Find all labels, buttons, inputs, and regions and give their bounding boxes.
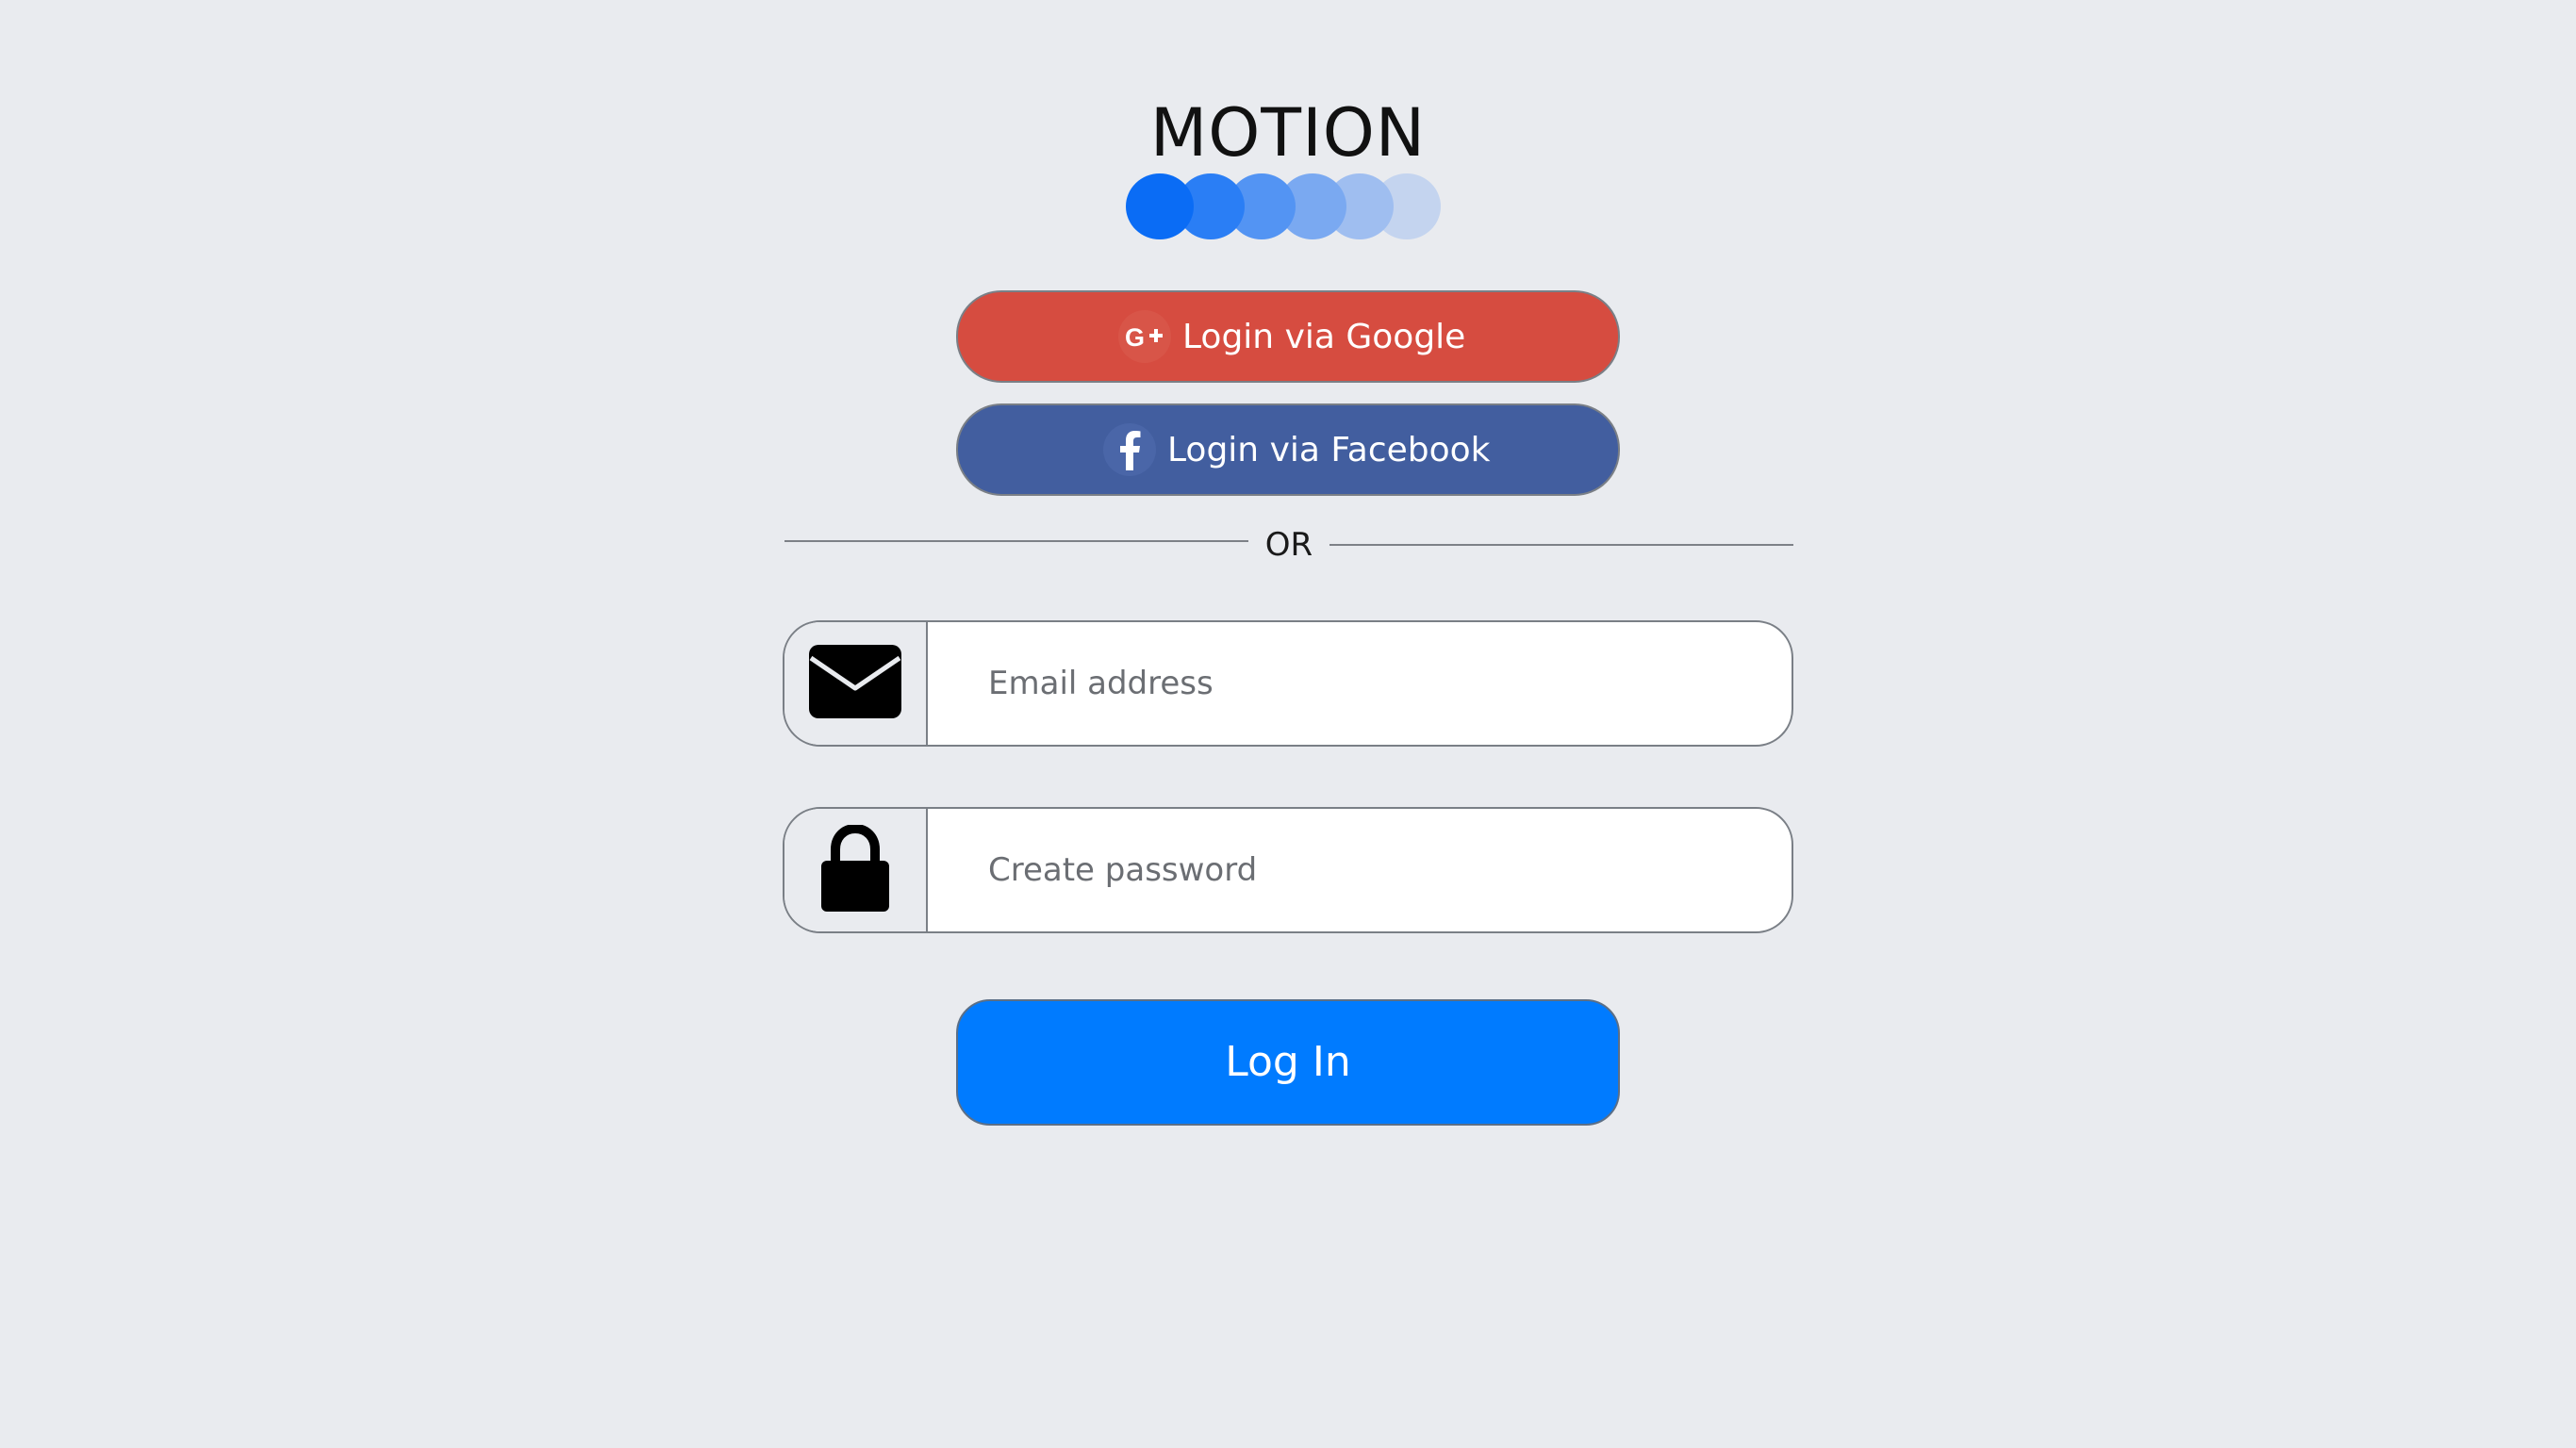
- google-plus-icon: G: [1118, 310, 1171, 363]
- login-google-content: G Login via Google: [1118, 292, 1465, 381]
- brand-title: MOTION: [1149, 94, 1427, 172]
- login-google-label: Login via Google: [1182, 317, 1466, 356]
- password-icon-box: [784, 809, 928, 931]
- login-facebook-button[interactable]: Login via Facebook: [956, 403, 1620, 496]
- divider-line-right: [1329, 544, 1793, 546]
- login-facebook-content: Login via Facebook: [1103, 405, 1491, 494]
- password-input[interactable]: [928, 809, 1790, 931]
- brand-logo-dots: [1126, 173, 1448, 241]
- facebook-icon: [1103, 423, 1156, 476]
- divider-line-left: [784, 540, 1248, 542]
- email-field: [783, 620, 1793, 747]
- envelope-icon: [809, 645, 901, 722]
- svg-text:G: G: [1125, 323, 1145, 351]
- email-input[interactable]: [928, 622, 1790, 745]
- divider-or-text: OR: [1264, 526, 1313, 564]
- login-google-button[interactable]: G Login via Google: [956, 290, 1620, 383]
- log-in-button[interactable]: Log In: [956, 999, 1620, 1126]
- lock-icon: [821, 823, 889, 915]
- password-field: [783, 807, 1793, 933]
- login-facebook-label: Login via Facebook: [1167, 430, 1491, 469]
- email-icon-box: [784, 622, 928, 745]
- brand-dot: [1126, 173, 1194, 239]
